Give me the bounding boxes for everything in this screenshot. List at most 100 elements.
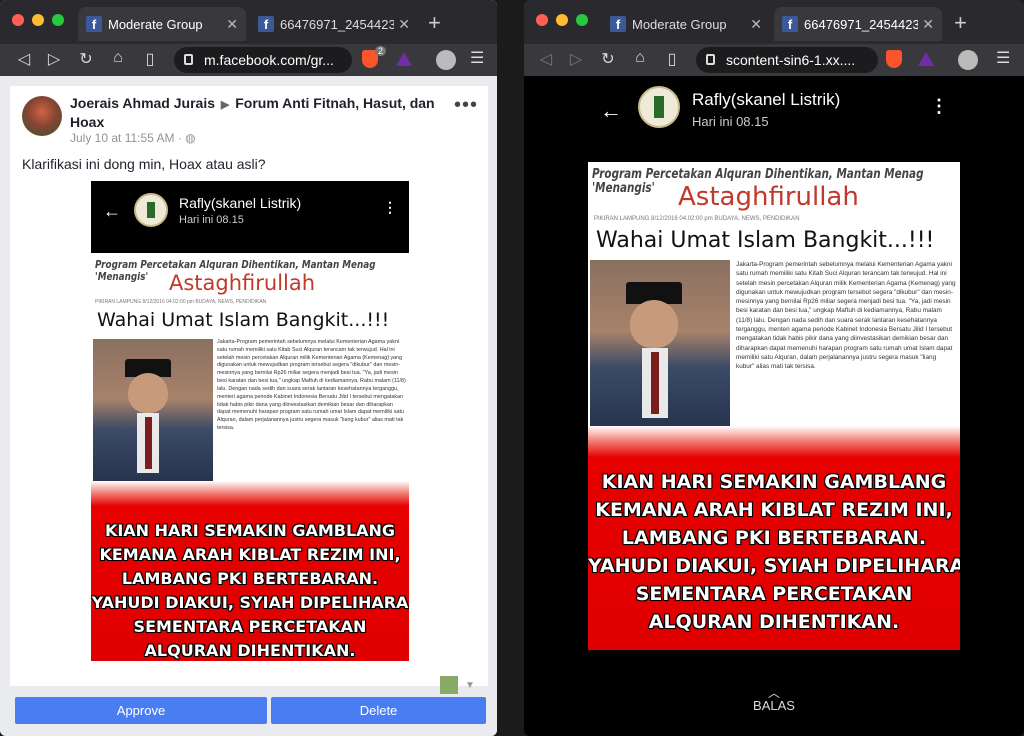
- back-icon[interactable]: ◁: [536, 49, 556, 69]
- page-name: Rafly(skanel Listrik): [179, 195, 302, 211]
- tab-image[interactable]: f 66476971_24544236 ✕: [774, 7, 942, 41]
- tab-label: Moderate Group: [632, 16, 727, 32]
- forward-icon[interactable]: ▷: [44, 49, 64, 69]
- delete-button[interactable]: Delete: [271, 697, 486, 724]
- post-image[interactable]: ← Rafly(skanel Listrik) Hari ini 08.15 ⋮…: [91, 181, 409, 661]
- post-time[interactable]: July 10 at 11:55 AM ·: [70, 131, 185, 145]
- window-controls: [12, 14, 64, 26]
- maximize-window-button[interactable]: [52, 14, 64, 26]
- close-tab-icon[interactable]: ✕: [922, 16, 934, 33]
- image-header: ← Rafly(skanel Listrik) Hari ini 08.15 ⋮: [588, 76, 960, 162]
- profile-icon[interactable]: [958, 50, 978, 70]
- back-arrow-icon: ←: [103, 201, 121, 221]
- article-exclaim: Astaghfirullah: [678, 182, 859, 212]
- facebook-icon: f: [782, 16, 798, 32]
- menu-icon[interactable]: ☰: [996, 48, 1010, 68]
- post-header: Joerais Ahmad Jurais ▶ Forum Anti Fitnah…: [70, 95, 450, 131]
- bookmark-icon[interactable]: ▯: [140, 49, 160, 69]
- tab-moderate-group[interactable]: f Moderate Group ✕: [602, 7, 770, 41]
- facebook-page: Joerais Ahmad Jurais ▶ Forum Anti Fitnah…: [0, 76, 497, 736]
- image-viewer-window: f Moderate Group ✕ f 66476971_24544236 ✕…: [524, 0, 1024, 736]
- close-tab-icon[interactable]: ✕: [226, 16, 238, 33]
- facebook-icon: f: [610, 16, 626, 32]
- tab-label: Moderate Group: [108, 16, 203, 32]
- article-title: Wahai Umat Islam Bangkit...!!!: [97, 309, 390, 331]
- caption-line: YAHUDI DIAKUI, SYIAH DIPELIHARA: [91, 593, 409, 612]
- home-icon[interactable]: ⌂: [108, 49, 128, 67]
- tab-label: 66476971_24544236: [804, 16, 919, 32]
- lock-icon: [706, 54, 715, 65]
- reload-icon[interactable]: ↻: [598, 49, 618, 69]
- reload-icon[interactable]: ↻: [76, 49, 96, 69]
- window-controls: [536, 14, 588, 26]
- tab-bar: f Moderate Group ✕ f 66476971_24544236 ✕…: [524, 0, 1024, 44]
- shield-count-badge: 2: [375, 46, 387, 56]
- minimize-window-button[interactable]: [32, 14, 44, 26]
- back-arrow-icon: ←: [600, 98, 622, 123]
- maximize-window-button[interactable]: [576, 14, 588, 26]
- caption-line: LAMBANG PKI BERTEBARAN.: [121, 569, 379, 588]
- article: Program Percetakan Alquran Dihentikan, M…: [91, 253, 409, 489]
- arrow-right-icon: ▶: [220, 99, 230, 111]
- url-text: scontent-sin6-1.xx....: [726, 52, 856, 68]
- menu-icon[interactable]: ☰: [470, 48, 484, 68]
- close-window-button[interactable]: [536, 14, 548, 26]
- close-tab-icon[interactable]: ✕: [750, 16, 762, 33]
- article-exclaim: Astaghfirullah: [169, 271, 316, 295]
- profile-icon[interactable]: [436, 50, 456, 70]
- caption-line: LAMBANG PKI BERTEBARAN.: [621, 527, 927, 549]
- page-avatar: [638, 86, 680, 128]
- page-avatar: [134, 193, 168, 227]
- toolbar: ◁ ▷ ↻ ⌂ ▯ m.facebook.com/gr... 2 ☰: [0, 44, 497, 76]
- article-crumb: PIKIRAN LAMPUNG 8/12/2016 04.02:00 pm BU…: [95, 299, 267, 305]
- reply-button[interactable]: ︿ BALAS: [524, 686, 1024, 713]
- caption-line: KEMANA ARAH KIBLAT REZIM INI,: [595, 499, 953, 521]
- tab-bar: f Moderate Group ✕ f 66476971_24544236 ✕…: [0, 0, 497, 44]
- bookmark-icon[interactable]: ▯: [662, 49, 682, 69]
- minimize-window-button[interactable]: [556, 14, 568, 26]
- article-body: Jakarta-Program pemerintah sebelumnya me…: [217, 339, 406, 432]
- article-body: Jakarta-Program pemerintah sebelumnya me…: [736, 261, 956, 371]
- vertical-dots-icon: ⋮: [383, 199, 397, 215]
- home-icon[interactable]: ⌂: [630, 49, 650, 67]
- author-name[interactable]: Joerais Ahmad Jurais: [70, 95, 215, 111]
- full-image: ← Rafly(skanel Listrik) Hari ini 08.15 ⋮…: [588, 76, 960, 650]
- post-text: Klarifikasi ini dong min, Hoax atau asli…: [22, 156, 266, 172]
- caption-line: KIAN HARI SEMAKIN GAMBLANG: [104, 521, 396, 540]
- brave-shield-icon[interactable]: [886, 50, 902, 68]
- back-icon[interactable]: ◁: [14, 49, 34, 69]
- more-options-icon[interactable]: •••: [454, 94, 478, 117]
- new-tab-button[interactable]: +: [954, 10, 967, 36]
- close-window-button[interactable]: [12, 14, 24, 26]
- article-photo: [93, 339, 213, 489]
- reviewer-avatar[interactable]: [440, 676, 458, 694]
- image-header: ← Rafly(skanel Listrik) Hari ini 08.15 ⋮: [91, 181, 409, 253]
- lock-icon: [184, 54, 193, 65]
- tab-moderate-group[interactable]: f Moderate Group ✕: [78, 7, 246, 41]
- post-card: Joerais Ahmad Jurais ▶ Forum Anti Fitnah…: [10, 86, 488, 694]
- page-name: Rafly(skanel Listrik): [692, 90, 841, 109]
- address-bar[interactable]: m.facebook.com/gr...: [174, 47, 352, 73]
- rewards-icon[interactable]: [918, 52, 934, 66]
- author-avatar[interactable]: [22, 96, 62, 136]
- approve-button[interactable]: Approve: [15, 697, 267, 724]
- caption-line: SEMENTARA PERCETAKAN: [133, 617, 367, 636]
- chevron-up-icon: ︿: [767, 686, 780, 700]
- forward-icon[interactable]: ▷: [566, 49, 586, 69]
- caption-line: YAHUDI DIAKUI, SYIAH DIPELIHARA: [588, 555, 960, 577]
- new-tab-button[interactable]: +: [428, 10, 441, 36]
- banner-caption: KIAN HARI SEMAKIN GAMBLANG KEMANA ARAH K…: [91, 519, 409, 661]
- rewards-icon[interactable]: [396, 52, 412, 66]
- tab-image[interactable]: f 66476971_24544236 ✕: [250, 7, 418, 41]
- url-text: m.facebook.com/gr...: [204, 52, 334, 68]
- address-bar[interactable]: scontent-sin6-1.xx....: [696, 47, 878, 73]
- toolbar: ◁ ▷ ↻ ⌂ ▯ scontent-sin6-1.xx.... ☰: [524, 44, 1024, 76]
- red-banner: KIAN HARI SEMAKIN GAMBLANG KEMANA ARAH K…: [91, 481, 409, 661]
- reply-label: BALAS: [753, 698, 795, 713]
- close-tab-icon[interactable]: ✕: [398, 16, 410, 33]
- dropdown-caret-icon[interactable]: ▼: [465, 680, 475, 691]
- red-banner: KIAN HARI SEMAKIN GAMBLANG KEMANA ARAH K…: [588, 426, 960, 650]
- post-time-label: Hari ini 08.15: [179, 214, 244, 226]
- caption-line: ALQURAN DIHENTIKAN.: [144, 641, 356, 660]
- article-crumb: PIKIRAN LAMPUNG 8/12/2016 04.02:00 pm BU…: [594, 216, 800, 222]
